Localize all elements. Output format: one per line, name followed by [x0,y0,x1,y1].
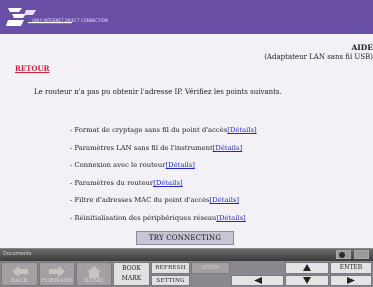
list-item-text: - Filtre d'adresses MAC du point d'accès [70,196,210,204]
up-arrow-icon [303,264,311,272]
bookmark-label-line2: MARK [121,275,142,282]
list-item-text: - Paramètres du routeur [70,178,154,187]
page-title: AIDE [351,43,373,52]
status-dot-icon [339,252,345,258]
list-item-text: - Format de cryptage sans fil du point d… [70,126,228,134]
page-subtitle: (Adaptateur LAN sans fil USB) [264,53,373,61]
down-arrow-button[interactable] [285,274,329,286]
list-item: - Format de cryptage sans fil du point d… [70,122,257,140]
status-text: Documents [3,251,32,257]
list-item: - Paramètres du routeur[Détails] [70,175,257,193]
refresh-button[interactable]: REFRESH [151,262,190,274]
brand-bar: ONLY INTERNET DIRECT CONNECTION [0,0,373,34]
list-item: - Réinitialisation des périphériques rés… [70,210,257,228]
home-button[interactable]: HOME [76,262,112,286]
list-item: - Filtre d'adresses MAC du point d'accès… [70,192,257,210]
left-arrow-button[interactable] [231,274,284,286]
back-arrow-icon [11,266,28,277]
setting-button[interactable]: SETTING [151,274,190,286]
stop-button[interactable]: STOP [191,262,230,274]
setting-label: SETTING [156,277,185,284]
stop-label: STOP [202,265,219,271]
details-link[interactable]: [Détails] [213,144,242,152]
try-connecting-button[interactable]: TRY CONNECTING [136,231,234,245]
refresh-label: REFRESH [155,265,186,271]
list-item-text: - Réinitialisation des périphériques rés… [70,213,217,222]
home-label: HOME [84,278,104,284]
error-message: Le routeur n'a pas pu obtenir l'adresse … [34,88,282,96]
details-link[interactable]: [Détails] [153,179,182,187]
bookmark-label-line1: BOOK [122,265,141,272]
retour-link[interactable]: RETOUR [15,64,49,73]
list-item-text: - Connexion avec le routeur [70,161,166,169]
forward-label: FORWARD [41,278,73,284]
details-link[interactable]: [Détails] [216,214,245,222]
details-link[interactable]: [Détails] [166,161,195,169]
status-indicator-secondary [354,250,369,259]
right-arrow-icon [347,276,355,284]
down-arrow-icon [303,276,311,284]
browser-screen: ONLY INTERNET DIRECT CONNECTION AIDE (Ad… [0,0,373,287]
home-icon [87,266,101,278]
list-item: - Paramètres LAN sans fil de l'instrumen… [70,140,257,158]
back-label: BACK [10,278,29,284]
list-item-text: - Paramètres LAN sans fil de l'instrumen… [70,143,213,152]
right-arrow-button[interactable] [330,274,372,286]
back-button[interactable]: BACK [1,262,38,286]
status-bar: Documents [0,248,373,261]
forward-button[interactable]: FORWARD [39,262,75,286]
forward-arrow-icon [49,266,65,277]
bookmark-button[interactable]: BOOK MARK [113,262,150,286]
brand-subtitle: ONLY INTERNET DIRECT CONNECTION [32,18,108,23]
enter-label: ENTER [339,264,363,272]
check-list: - Format de cryptage sans fil du point d… [70,122,257,227]
details-link[interactable]: [Détails] [210,196,239,204]
details-link[interactable]: [Détails] [227,126,256,134]
left-arrow-icon [253,276,262,284]
enter-button[interactable]: ENTER [330,262,372,274]
up-arrow-button[interactable] [285,262,329,274]
list-item: - Connexion avec le routeur[Détails] [70,157,257,175]
